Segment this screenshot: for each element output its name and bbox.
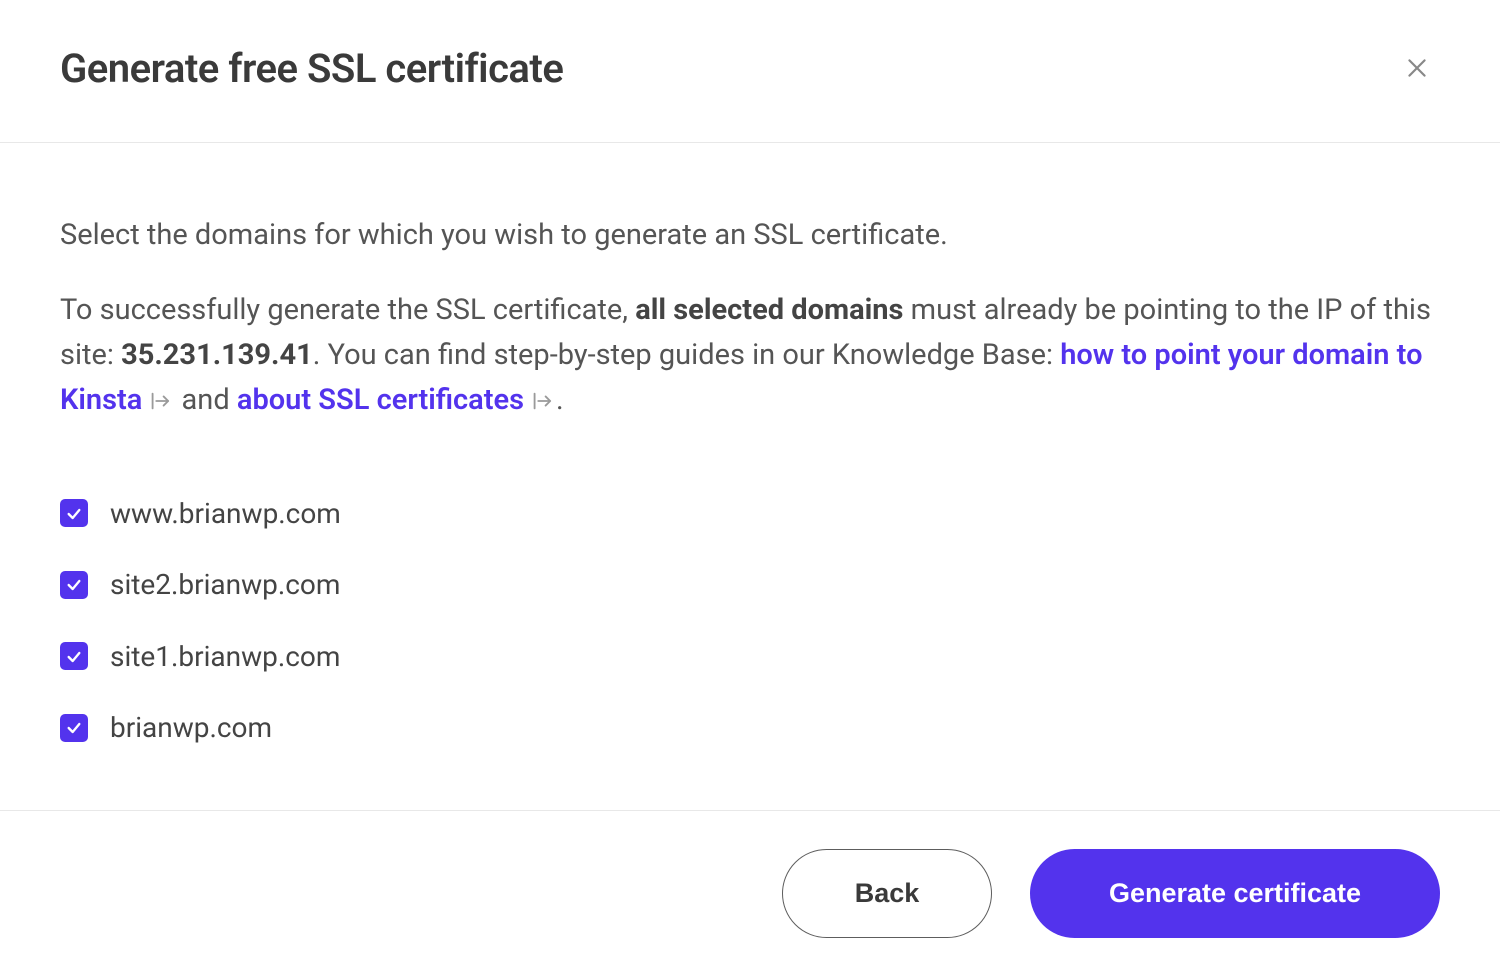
close-button[interactable] (1394, 45, 1440, 94)
generate-certificate-button[interactable]: Generate certificate (1030, 849, 1440, 938)
domain-row: www.brianwp.com (60, 478, 1440, 549)
check-icon (66, 491, 82, 536)
domain-checkbox[interactable] (60, 571, 88, 599)
domain-checkbox[interactable] (60, 714, 88, 742)
instructions-text: To successfully generate the SSL certifi… (60, 288, 1440, 423)
domain-checkbox[interactable] (60, 642, 88, 670)
close-icon (1404, 55, 1430, 84)
domain-label: brianwp.com (110, 706, 272, 749)
modal-body: Select the domains for which you wish to… (0, 143, 1500, 810)
instr-strong-domains: all selected domains (635, 293, 903, 327)
ssl-generate-modal: Generate free SSL certificate Select the… (0, 0, 1500, 978)
domain-list: www.brianwp.com site2.brianwp.com site1.… (60, 478, 1440, 764)
external-link-icon (148, 390, 170, 412)
link-about-ssl[interactable]: about SSL certificates (237, 383, 524, 417)
domain-checkbox[interactable] (60, 499, 88, 527)
domain-row: brianwp.com (60, 692, 1440, 763)
instr-after-ip: . You can find step-by-step guides in ou… (313, 338, 1060, 372)
modal-header: Generate free SSL certificate (0, 0, 1500, 143)
domain-row: site1.brianwp.com (60, 621, 1440, 692)
check-icon (66, 634, 82, 679)
instr-prefix: To successfully generate the SSL certifi… (60, 293, 635, 327)
domain-label: site2.brianwp.com (110, 563, 340, 606)
check-icon (66, 562, 82, 607)
site-ip: 35.231.139.41 (121, 338, 313, 372)
domain-row: site2.brianwp.com (60, 549, 1440, 620)
modal-title: Generate free SSL certificate (60, 45, 563, 92)
check-icon (66, 705, 82, 750)
modal-footer: Back Generate certificate (0, 810, 1500, 978)
domain-label: site1.brianwp.com (110, 635, 340, 678)
external-link-icon (530, 390, 552, 412)
intro-text: Select the domains for which you wish to… (60, 213, 1440, 258)
instr-between: and (174, 383, 237, 417)
domain-label: www.brianwp.com (110, 492, 341, 535)
instr-end: . (556, 383, 564, 417)
back-button[interactable]: Back (782, 849, 992, 938)
